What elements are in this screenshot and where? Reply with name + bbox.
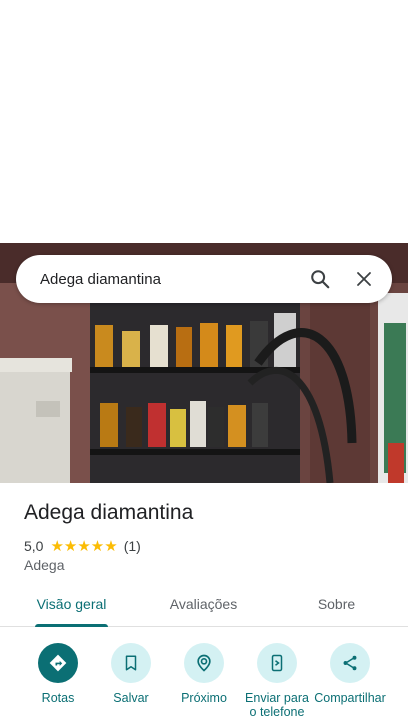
rating-value: 5,0 — [24, 538, 44, 554]
tab-bar: Visão geral Avaliações Sobre — [0, 587, 408, 627]
directions-label: Rotas — [41, 691, 75, 705]
send-to-phone-icon — [271, 654, 283, 672]
place-category: Adega — [24, 557, 65, 573]
place-title: Adega diamantina — [24, 501, 194, 524]
save-label: Salvar — [113, 691, 149, 705]
search-bar[interactable]: Adega diamantina — [16, 255, 392, 303]
share-icon — [343, 655, 357, 671]
place-details-sheet: Adega diamantina 5,0 ★★★★★ (1) Adega Vis… — [0, 483, 408, 726]
search-icon — [311, 270, 330, 289]
share-label: Compartilhar — [314, 691, 386, 705]
directions-icon — [49, 654, 67, 672]
star-rating-icon: ★★★★★ — [50, 538, 118, 555]
save-button[interactable]: Salvar — [94, 643, 168, 705]
rating-row[interactable]: 5,0 ★★★★★ (1) — [24, 537, 141, 555]
active-tab-indicator — [35, 624, 108, 627]
nearby-button[interactable]: Próximo — [167, 643, 241, 705]
send-to-phone-label: Enviar para o telefone — [245, 691, 309, 719]
bookmark-icon — [125, 655, 137, 671]
clear-search-button[interactable] — [342, 257, 386, 301]
tab-reviews[interactable]: Avaliações — [157, 587, 250, 627]
nearby-icon — [197, 654, 211, 672]
search-button[interactable] — [298, 257, 342, 301]
tab-overview[interactable]: Visão geral — [25, 587, 118, 627]
share-button[interactable]: Compartilhar — [313, 643, 387, 705]
review-count: (1) — [123, 538, 141, 554]
tab-about[interactable]: Sobre — [290, 587, 383, 627]
action-buttons: Rotas Salvar Próximo Enviar para o telef… — [0, 643, 408, 726]
directions-button[interactable]: Rotas — [21, 643, 95, 705]
map-blank-area — [0, 0, 408, 243]
nearby-label: Próximo — [181, 691, 227, 705]
send-to-phone-button[interactable]: Enviar para o telefone — [240, 643, 314, 719]
close-icon — [357, 272, 371, 286]
search-input[interactable]: Adega diamantina — [16, 271, 298, 288]
